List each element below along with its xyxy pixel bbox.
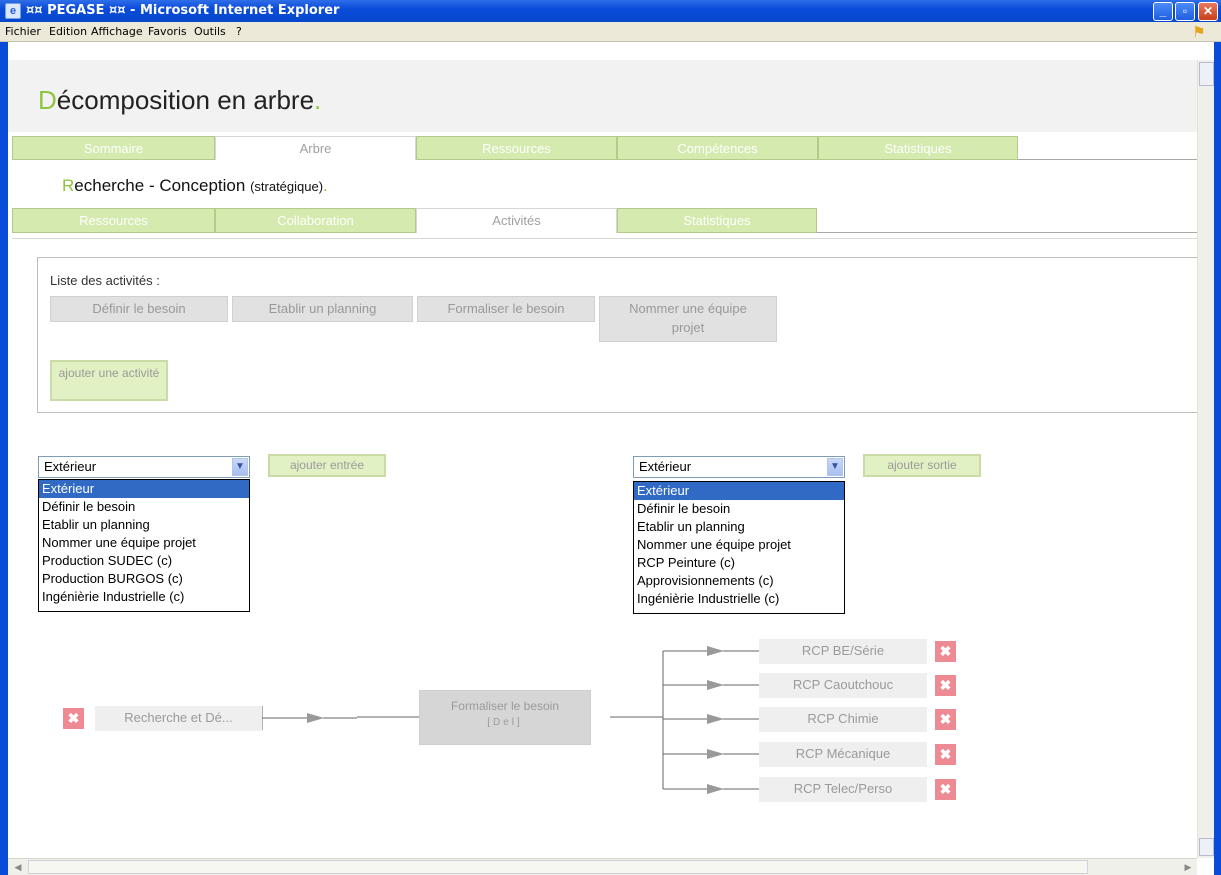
flow-output-node[interactable]: RCP Caoutchouc: [759, 673, 927, 698]
delete-output-icon[interactable]: ✖: [935, 641, 956, 662]
flow-output-node[interactable]: RCP Chimie: [759, 707, 927, 732]
flow-connectors: [261, 646, 759, 794]
delete-output-icon[interactable]: ✖: [935, 744, 956, 765]
center-node-label: Formaliser le besoin: [450, 699, 560, 713]
flow-output-node[interactable]: RCP Telec/Perso: [759, 777, 927, 802]
delete-output-icon[interactable]: ✖: [935, 779, 956, 800]
scroll-right-icon[interactable]: ▶: [1180, 860, 1196, 874]
flow-output-node[interactable]: RCP Mécanique: [759, 742, 927, 767]
scroll-left-icon[interactable]: ◀: [10, 860, 26, 874]
delete-output-icon[interactable]: ✖: [935, 675, 956, 696]
horizontal-scrollbar[interactable]: ◀ ▶: [8, 858, 1197, 875]
scroll-up-button[interactable]: [1199, 62, 1214, 86]
scroll-down-button[interactable]: [1199, 838, 1214, 856]
flow-output-node[interactable]: RCP BE/Série: [759, 639, 927, 664]
flow-input-node[interactable]: Recherche et Dé...: [95, 706, 262, 731]
delete-output-icon[interactable]: ✖: [935, 709, 956, 730]
flow-center-node[interactable]: Formaliser le besoin [Del]: [419, 690, 591, 745]
delete-input-icon[interactable]: ✖: [63, 708, 84, 729]
horizontal-scroll-thumb[interactable]: [28, 860, 1088, 874]
center-node-delete-link[interactable]: [Del]: [420, 717, 590, 728]
vertical-scrollbar[interactable]: [1197, 60, 1214, 858]
